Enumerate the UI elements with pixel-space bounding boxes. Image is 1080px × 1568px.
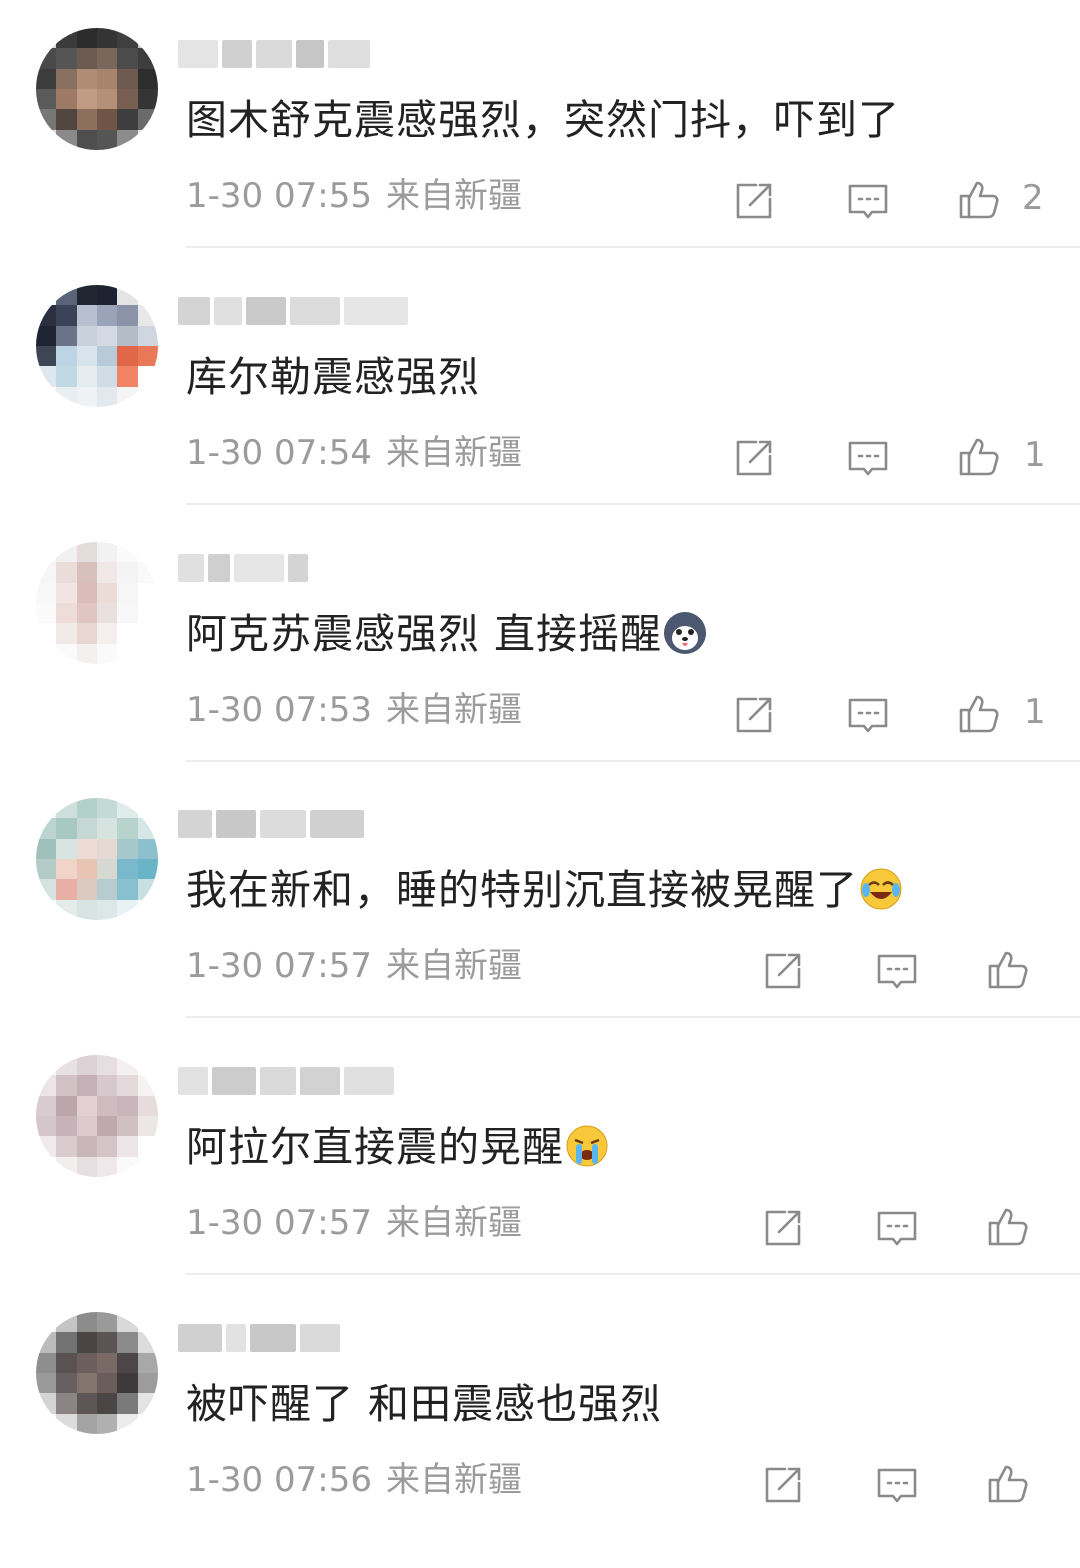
comment-text: 我在新和，睡的特别沉直接被晃醒了 bbox=[186, 862, 902, 918]
comment-item: 被吓醒了 和田震感也强烈 1-30 07:56 来自新疆 bbox=[0, 1312, 1080, 1568]
comment-location: 来自新疆 bbox=[385, 1203, 522, 1243]
comment-text-content: 我在新和，睡的特别沉直接被晃醒了 bbox=[186, 866, 858, 914]
username-blurred[interactable] bbox=[178, 1065, 394, 1097]
share-button[interactable] bbox=[732, 179, 776, 223]
username-blurred[interactable] bbox=[178, 552, 308, 584]
comment-icon bbox=[848, 184, 888, 219]
share-icon bbox=[765, 953, 801, 989]
comment-location: 来自新疆 bbox=[385, 176, 522, 216]
share-icon bbox=[765, 1467, 801, 1503]
reply-button[interactable] bbox=[875, 1206, 919, 1250]
thumbs-up-icon bbox=[959, 181, 999, 219]
share-icon bbox=[736, 697, 772, 733]
username-blurred[interactable] bbox=[178, 38, 370, 70]
avatar[interactable] bbox=[36, 542, 158, 664]
divider bbox=[186, 1016, 1080, 1018]
comment-meta: 1-30 07:57 来自新疆 bbox=[186, 1203, 522, 1243]
comment-location: 来自新疆 bbox=[385, 946, 522, 986]
divider bbox=[186, 246, 1080, 248]
reply-button[interactable] bbox=[846, 693, 890, 737]
comment-time: 1-30 07:57 bbox=[186, 1203, 372, 1243]
reply-button[interactable] bbox=[875, 1463, 919, 1507]
comment-text: 阿拉尔直接震的晃醒 bbox=[186, 1119, 608, 1175]
comment-icon bbox=[848, 698, 888, 733]
divider bbox=[186, 1273, 1080, 1275]
comment-icon bbox=[877, 1211, 917, 1246]
reply-button[interactable] bbox=[846, 179, 890, 223]
avatar[interactable] bbox=[36, 28, 158, 150]
like-count: 1 bbox=[1024, 692, 1046, 732]
like-count: 2 bbox=[1022, 178, 1044, 218]
comment-text: 库尔勒震感强烈 bbox=[186, 349, 480, 405]
comment-text-content: 图木舒克震感强烈，突然门抖，吓到了 bbox=[186, 96, 900, 144]
share-button[interactable] bbox=[761, 1206, 805, 1250]
reply-button[interactable] bbox=[846, 436, 890, 480]
comment-time: 1-30 07:55 bbox=[186, 176, 372, 216]
thumbs-up-icon bbox=[988, 1208, 1028, 1246]
comment-text-content: 库尔勒震感强烈 bbox=[186, 353, 480, 401]
avatar[interactable] bbox=[36, 798, 158, 920]
comment-location: 来自新疆 bbox=[385, 433, 522, 473]
share-icon bbox=[736, 440, 772, 476]
comment-time: 1-30 07:54 bbox=[186, 433, 372, 473]
share-button[interactable] bbox=[761, 949, 805, 993]
comment-text: 图木舒克震感强烈，突然门抖，吓到了 bbox=[186, 92, 900, 148]
comment-icon bbox=[877, 954, 917, 989]
like-count: 1 bbox=[1024, 435, 1046, 475]
comment-text-content: 被吓醒了 和田震感也强烈 bbox=[186, 1380, 663, 1428]
thumbs-up-icon bbox=[988, 1465, 1028, 1503]
avatar[interactable] bbox=[36, 285, 158, 407]
like-button[interactable] bbox=[958, 434, 1002, 478]
like-button[interactable] bbox=[987, 1204, 1031, 1248]
thumbs-up-icon bbox=[988, 951, 1028, 989]
username-blurred[interactable] bbox=[178, 808, 364, 840]
comment-meta: 1-30 07:54 来自新疆 bbox=[186, 433, 522, 473]
comment-icon bbox=[848, 441, 888, 476]
thumbs-up-icon bbox=[959, 438, 999, 476]
share-icon bbox=[736, 183, 772, 219]
share-icon bbox=[765, 1210, 801, 1246]
like-button[interactable] bbox=[987, 1461, 1031, 1505]
username-blurred[interactable] bbox=[178, 295, 408, 327]
divider bbox=[186, 503, 1080, 505]
share-button[interactable] bbox=[732, 693, 776, 737]
username-blurred[interactable] bbox=[178, 1322, 340, 1354]
comment-text: 被吓醒了 和田震感也强烈 bbox=[186, 1376, 662, 1432]
comment-meta: 1-30 07:56 来自新疆 bbox=[186, 1460, 522, 1500]
comment-meta: 1-30 07:55 来自新疆 bbox=[186, 176, 522, 216]
husky-dog-emoji bbox=[664, 612, 707, 654]
share-button[interactable] bbox=[761, 1463, 805, 1507]
reply-button[interactable] bbox=[875, 949, 919, 993]
share-button[interactable] bbox=[732, 436, 776, 480]
comment-text: 阿克苏震感强烈 直接摇醒 bbox=[186, 606, 707, 662]
comment-icon bbox=[877, 1468, 917, 1503]
comment-time: 1-30 07:56 bbox=[186, 1460, 372, 1500]
like-button[interactable] bbox=[958, 691, 1002, 735]
comment-meta: 1-30 07:57 来自新疆 bbox=[186, 946, 522, 986]
comment-text-content: 阿克苏震感强烈 直接摇醒 bbox=[186, 610, 663, 658]
crying-emoji bbox=[566, 1125, 608, 1167]
comment-location: 来自新疆 bbox=[385, 1460, 522, 1500]
like-button[interactable] bbox=[987, 947, 1031, 991]
thumbs-up-icon bbox=[959, 695, 999, 733]
comment-text-content: 阿拉尔直接震的晃醒 bbox=[186, 1123, 564, 1171]
avatar[interactable] bbox=[36, 1055, 158, 1177]
avatar[interactable] bbox=[36, 1312, 158, 1434]
comment-time: 1-30 07:53 bbox=[186, 690, 372, 730]
like-button[interactable] bbox=[958, 177, 1002, 221]
comment-meta: 1-30 07:53 来自新疆 bbox=[186, 690, 522, 730]
laughing-tears-emoji bbox=[860, 868, 902, 910]
comment-location: 来自新疆 bbox=[385, 690, 522, 730]
divider bbox=[186, 760, 1080, 762]
comment-time: 1-30 07:57 bbox=[186, 946, 372, 986]
